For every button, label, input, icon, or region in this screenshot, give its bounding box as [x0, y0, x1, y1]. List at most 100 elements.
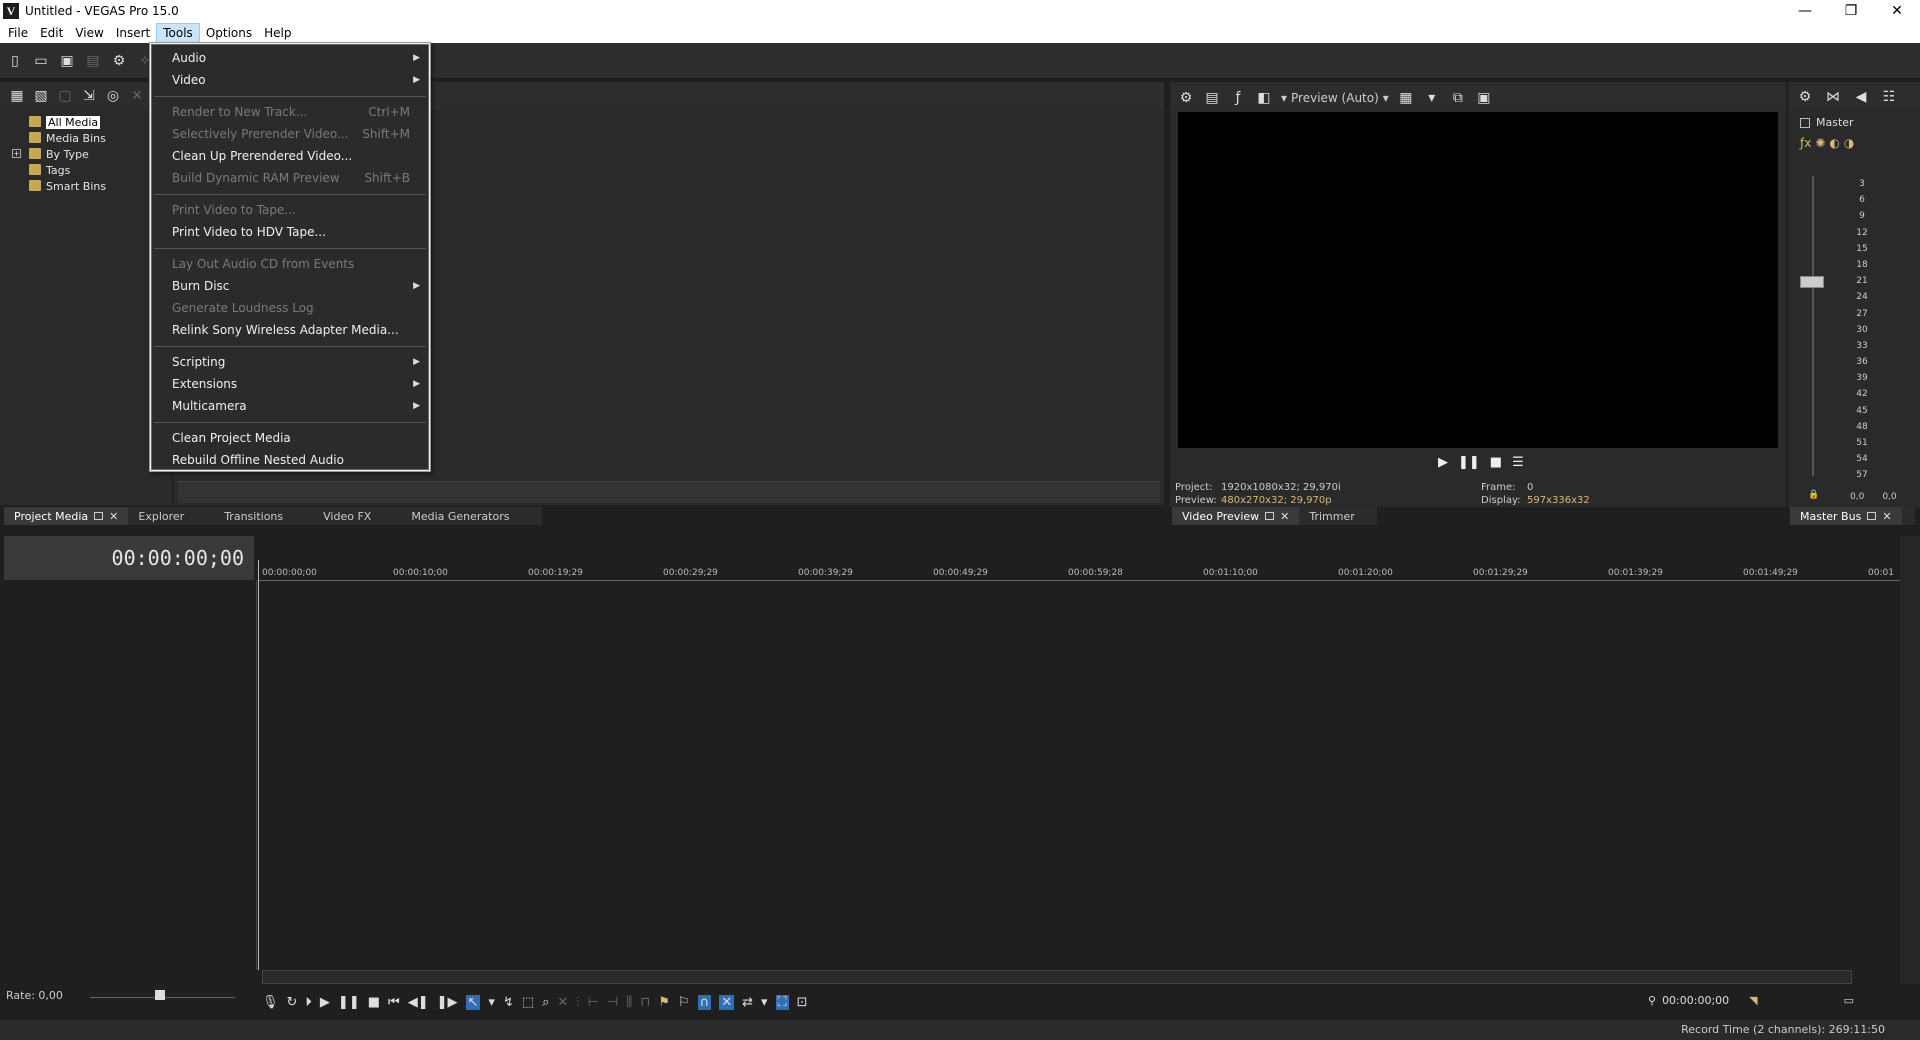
- trim-start-icon[interactable]: ⊢: [588, 995, 599, 1010]
- tools-menu-item-clean-project-media[interactable]: Clean Project Media: [152, 427, 428, 449]
- expand-plus-icon[interactable]: +: [12, 149, 21, 158]
- pause-icon[interactable]: ❚❚: [1458, 455, 1480, 470]
- close-icon[interactable]: ✕: [109, 510, 118, 523]
- video-fx-icon[interactable]: ƒ: [1229, 89, 1247, 107]
- mixer-icon[interactable]: ⋈: [1824, 88, 1842, 106]
- tools-menu-item-video[interactable]: Video ▶: [152, 69, 428, 91]
- pause-icon[interactable]: ❚❚: [338, 995, 360, 1010]
- tab-video-preview[interactable]: Video Preview ✕: [1172, 507, 1300, 525]
- tree-item-tags[interactable]: Tags: [0, 162, 172, 178]
- dropdown-arrow-icon[interactable]: ▾: [488, 995, 495, 1010]
- go-to-start-icon[interactable]: ⏮: [388, 995, 400, 1010]
- track-list[interactable]: [0, 580, 257, 970]
- dock-icon[interactable]: [1867, 512, 1877, 520]
- selection-tool-icon[interactable]: ⬚: [522, 995, 534, 1010]
- tab-media-generators[interactable]: Media Generators: [381, 507, 519, 525]
- tab-transitions[interactable]: Transitions: [194, 507, 293, 525]
- play-icon[interactable]: ▶: [320, 995, 330, 1010]
- menu-help[interactable]: Help: [258, 24, 297, 42]
- faders-icon[interactable]: ☷: [1880, 88, 1898, 106]
- split-screen-icon[interactable]: ◧: [1255, 89, 1273, 107]
- zoom-tool-icon[interactable]: ⌕: [542, 995, 549, 1010]
- ignore-grouping-icon[interactable]: ⊡: [797, 995, 808, 1010]
- delete-icon[interactable]: ✕: [557, 995, 568, 1010]
- insert-marker-icon[interactable]: ⚑: [658, 995, 670, 1010]
- timeline-track-area[interactable]: [259, 584, 1902, 970]
- master-fader-track[interactable]: [1812, 176, 1814, 476]
- tools-menu-item-multicamera[interactable]: Multicamera ▶: [152, 395, 428, 417]
- bypass-icon[interactable]: ◐: [1829, 136, 1839, 150]
- loop-region-icon[interactable]: ▭: [1844, 994, 1854, 1007]
- preview-quality-dropdown[interactable]: ▾ Preview (Auto) ▾: [1281, 91, 1389, 105]
- minimize-button[interactable]: —: [1782, 0, 1828, 22]
- normal-edit-tool-icon[interactable]: ↖: [465, 994, 481, 1010]
- preview-properties-gear-icon[interactable]: ⚙: [1177, 89, 1195, 107]
- overlays-grid-icon[interactable]: ▦: [1397, 89, 1415, 107]
- media-fx-icon[interactable]: ◎: [104, 87, 122, 105]
- close-button[interactable]: ✕: [1874, 0, 1920, 22]
- media-list-scrollbar[interactable]: [178, 481, 1160, 503]
- close-icon[interactable]: ✕: [1882, 510, 1891, 523]
- tools-menu-item-audio[interactable]: Audio ▶: [152, 47, 428, 69]
- playhead-cursor[interactable]: [258, 560, 259, 970]
- copy-snapshot-icon[interactable]: ⧉: [1449, 89, 1467, 107]
- auto-crossfade-icon[interactable]: ✕: [719, 994, 735, 1010]
- tab-video-fx[interactable]: Video FX: [293, 507, 381, 525]
- tab-explorer[interactable]: Explorer: [128, 507, 194, 525]
- trim-end-icon[interactable]: ⊣: [607, 995, 618, 1010]
- envelope-tool-icon[interactable]: ↯: [503, 995, 514, 1010]
- import-media-icon[interactable]: ▧: [32, 87, 50, 105]
- menu-tools[interactable]: Tools: [156, 22, 200, 43]
- tree-item-media-bins[interactable]: Media Bins: [0, 130, 172, 146]
- tools-menu-item-print-video-to-hdv-tape[interactable]: Print Video to HDV Tape...: [152, 221, 428, 243]
- stop-icon[interactable]: ■: [368, 995, 380, 1010]
- get-media-icon[interactable]: ⇲: [80, 87, 98, 105]
- record-icon[interactable]: 🎙: [262, 995, 279, 1010]
- menu-insert[interactable]: Insert: [110, 24, 156, 42]
- capture-icon[interactable]: ▢: [56, 87, 74, 105]
- speaker-icon[interactable]: ◀: [1852, 88, 1870, 106]
- menu-edit[interactable]: Edit: [34, 24, 69, 42]
- timeline-vertical-sidebar[interactable]: [1900, 536, 1920, 984]
- tree-item-smart-bins[interactable]: Smart Bins: [0, 178, 172, 194]
- maximize-button[interactable]: ❐: [1828, 0, 1874, 22]
- master-checkbox[interactable]: [1800, 117, 1810, 128]
- properties-gear-icon[interactable]: ⚙: [110, 52, 128, 70]
- tools-menu-item-scripting[interactable]: Scripting ▶: [152, 351, 428, 373]
- loop-icon[interactable]: ↻: [287, 995, 298, 1010]
- tools-menu-item-burn-disc[interactable]: Burn Disc ▶: [152, 275, 428, 297]
- next-frame-icon[interactable]: ❚▶: [437, 995, 458, 1010]
- tools-menu-item-relink-sony-wireless-adapter-media[interactable]: Relink Sony Wireless Adapter Media...: [152, 319, 428, 341]
- trim-icon[interactable]: ⫶: [576, 995, 579, 1010]
- master-gear-icon[interactable]: ⚙: [1796, 88, 1814, 106]
- tab-trimmer[interactable]: Trimmer: [1299, 507, 1364, 525]
- insert-region-icon[interactable]: ⚐: [678, 995, 690, 1010]
- dock-icon[interactable]: [94, 512, 104, 520]
- dropdown-arrow-icon[interactable]: ▾: [761, 995, 768, 1010]
- render-icon[interactable]: ▤: [84, 52, 102, 70]
- close-icon[interactable]: ✕: [1280, 510, 1289, 523]
- stop-icon[interactable]: ■: [1490, 455, 1502, 470]
- timeline-timecode[interactable]: 00:00:00;00: [112, 546, 244, 570]
- lock-icon[interactable]: ⊓: [640, 995, 650, 1010]
- tools-menu-item-extensions[interactable]: Extensions ▶: [152, 373, 428, 395]
- tools-menu-item-clean-up-prerendered-video[interactable]: Clean Up Prerendered Video...: [152, 145, 428, 167]
- tree-item-all-media[interactable]: All Media: [0, 114, 172, 130]
- fx-icon[interactable]: ƒx: [1800, 136, 1811, 150]
- play-from-start-icon[interactable]: ⏵: [305, 995, 312, 1010]
- preview-screen[interactable]: [1178, 112, 1778, 448]
- tab-master-bus[interactable]: Master Bus ✕: [1790, 507, 1902, 525]
- new-file-icon[interactable]: ▯: [6, 52, 24, 70]
- master-fader-handle[interactable]: [1800, 276, 1824, 288]
- timeline-horizontal-scrollbar[interactable]: [262, 970, 1852, 984]
- ripple-edit-icon[interactable]: ⇄: [742, 995, 753, 1010]
- dim-icon[interactable]: ◑: [1844, 136, 1854, 150]
- views-icon[interactable]: ▦: [8, 87, 26, 105]
- menu-file[interactable]: File: [2, 24, 34, 42]
- automation-icon[interactable]: ✺: [1815, 136, 1825, 150]
- menu-options[interactable]: Options: [200, 24, 258, 42]
- save-snapshot-icon[interactable]: ▣: [1475, 89, 1493, 107]
- preview-device-icon[interactable]: ▤: [1203, 89, 1221, 107]
- save-icon[interactable]: ▣: [58, 52, 76, 70]
- tree-item-by-type[interactable]: + By Type: [0, 146, 172, 162]
